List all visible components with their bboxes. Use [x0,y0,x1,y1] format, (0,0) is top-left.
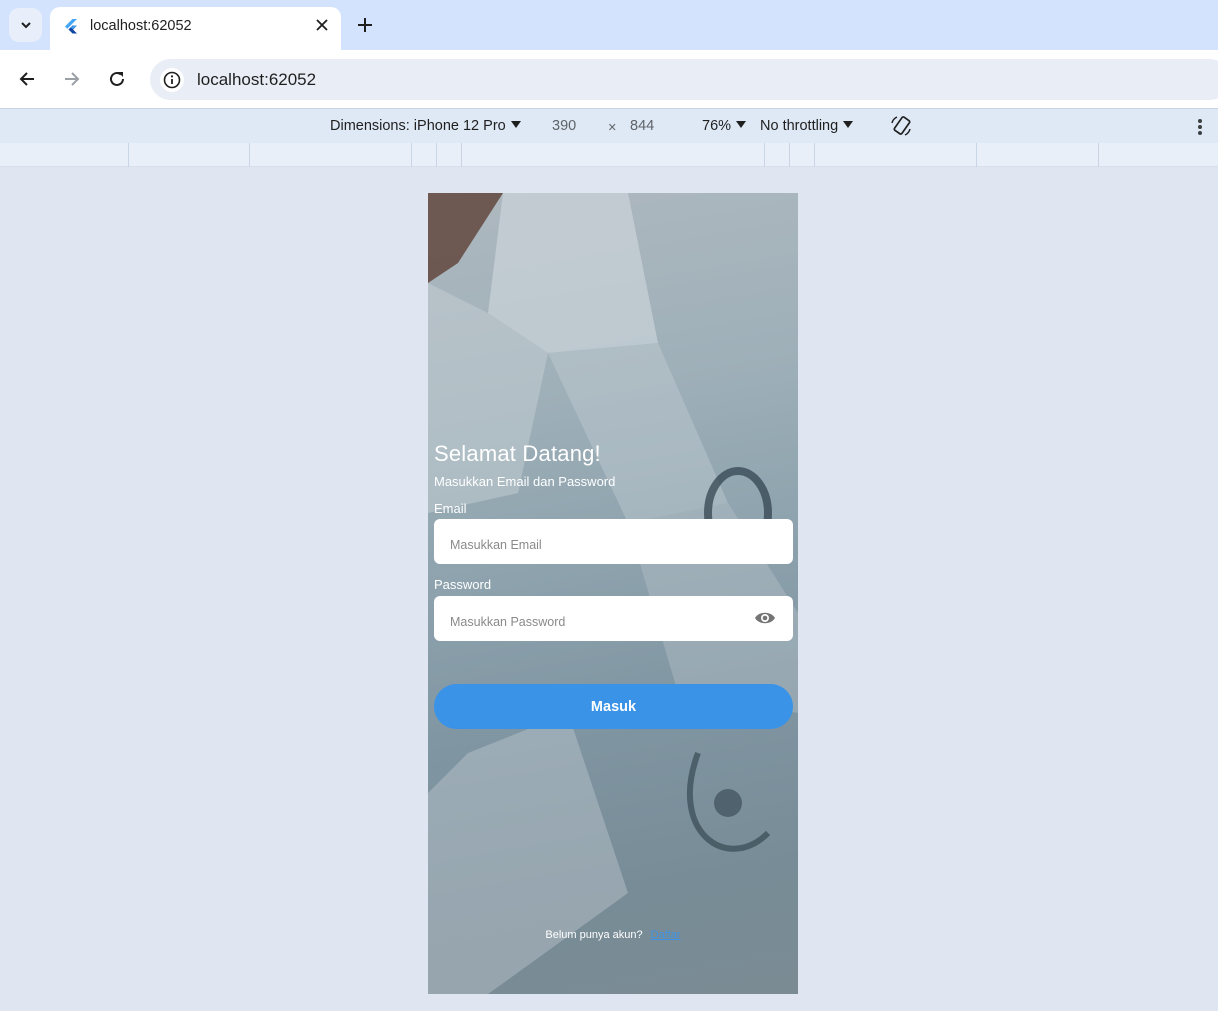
rotate-icon[interactable] [889,114,913,138]
caret-down-icon [736,121,747,128]
device-toolbar: Dimensions: iPhone 12 Pro 390 × 844 76% … [0,108,1218,143]
throttling-select[interactable]: No throttling [760,118,854,134]
background-photo [428,193,798,994]
arrow-right-icon [65,72,80,86]
site-info-button[interactable] [160,68,184,92]
password-field[interactable]: Masukkan Password [434,596,793,641]
info-icon [163,71,181,89]
chevron-down-icon [20,22,31,29]
password-placeholder: Masukkan Password [450,615,566,629]
password-label: Password [434,577,492,592]
tab-strip: localhost:62052 [0,0,1218,50]
back-button[interactable] [14,66,40,92]
media-query-ruler[interactable] [0,143,1218,167]
flutter-icon [65,19,77,34]
arrow-left-icon [19,72,34,86]
email-placeholder: Masukkan Email [450,538,542,552]
address-bar[interactable]: localhost:62052 [150,59,1218,100]
dot-icon [1198,119,1202,123]
browser-toolbar: localhost:62052 [0,50,1218,108]
register-row: Belum punya akun? Daftar [428,929,798,941]
ruler-tick [411,143,412,167]
close-tab-button[interactable] [312,15,332,35]
device-dimensions-label: Dimensions: iPhone 12 Pro [330,118,506,134]
reload-icon [110,71,124,86]
caret-down-icon [510,121,521,128]
email-field[interactable]: Masukkan Email [434,519,793,564]
dimension-times: × [608,120,617,136]
plus-icon [358,18,372,32]
more-options-button[interactable] [1192,117,1208,137]
welcome-subtitle: Masukkan Email dan Password [434,474,616,489]
login-button-label: Masuk [590,698,637,715]
zoom-label: 76% [702,118,732,134]
welcome-title: Selamat Datang! [434,441,601,466]
device-dimensions-select[interactable]: Dimensions: iPhone 12 Pro [330,118,521,134]
email-label: Email [434,501,467,516]
login-button[interactable]: Masuk [434,684,793,729]
dot-icon [1198,125,1202,129]
emulated-viewport-area: Selamat Datang! Masukkan Email dan Passw… [0,167,1218,1011]
eye-icon[interactable] [754,610,776,626]
ruler-tick [436,143,437,167]
ruler-tick [814,143,815,167]
register-prompt: Belum punya akun? [545,929,643,941]
register-link[interactable]: Daftar [651,929,681,941]
browser-tab[interactable]: localhost:62052 [50,7,341,50]
throttling-label: No throttling [760,118,839,134]
device-width-input[interactable]: 390 [552,118,576,134]
forward-button[interactable] [59,66,85,92]
ruler-tick [249,143,250,167]
reload-button[interactable] [104,66,130,92]
ruler-tick [764,143,765,167]
dot-icon [1198,131,1202,135]
ruler-tick [789,143,790,167]
ruler-tick [128,143,129,167]
caret-down-icon [843,121,854,128]
mobile-screen: Selamat Datang! Masukkan Email dan Passw… [428,193,798,994]
address-url: localhost:62052 [197,70,317,89]
ruler-tick [461,143,462,167]
ruler-tick [1098,143,1099,167]
close-icon [316,19,328,31]
new-tab-button[interactable] [353,13,377,37]
device-height-input[interactable]: 844 [630,118,654,134]
tab-search-button[interactable] [9,8,42,42]
ruler-tick [976,143,977,167]
tab-title: localhost:62052 [90,18,192,34]
zoom-select[interactable]: 76% [702,118,747,134]
